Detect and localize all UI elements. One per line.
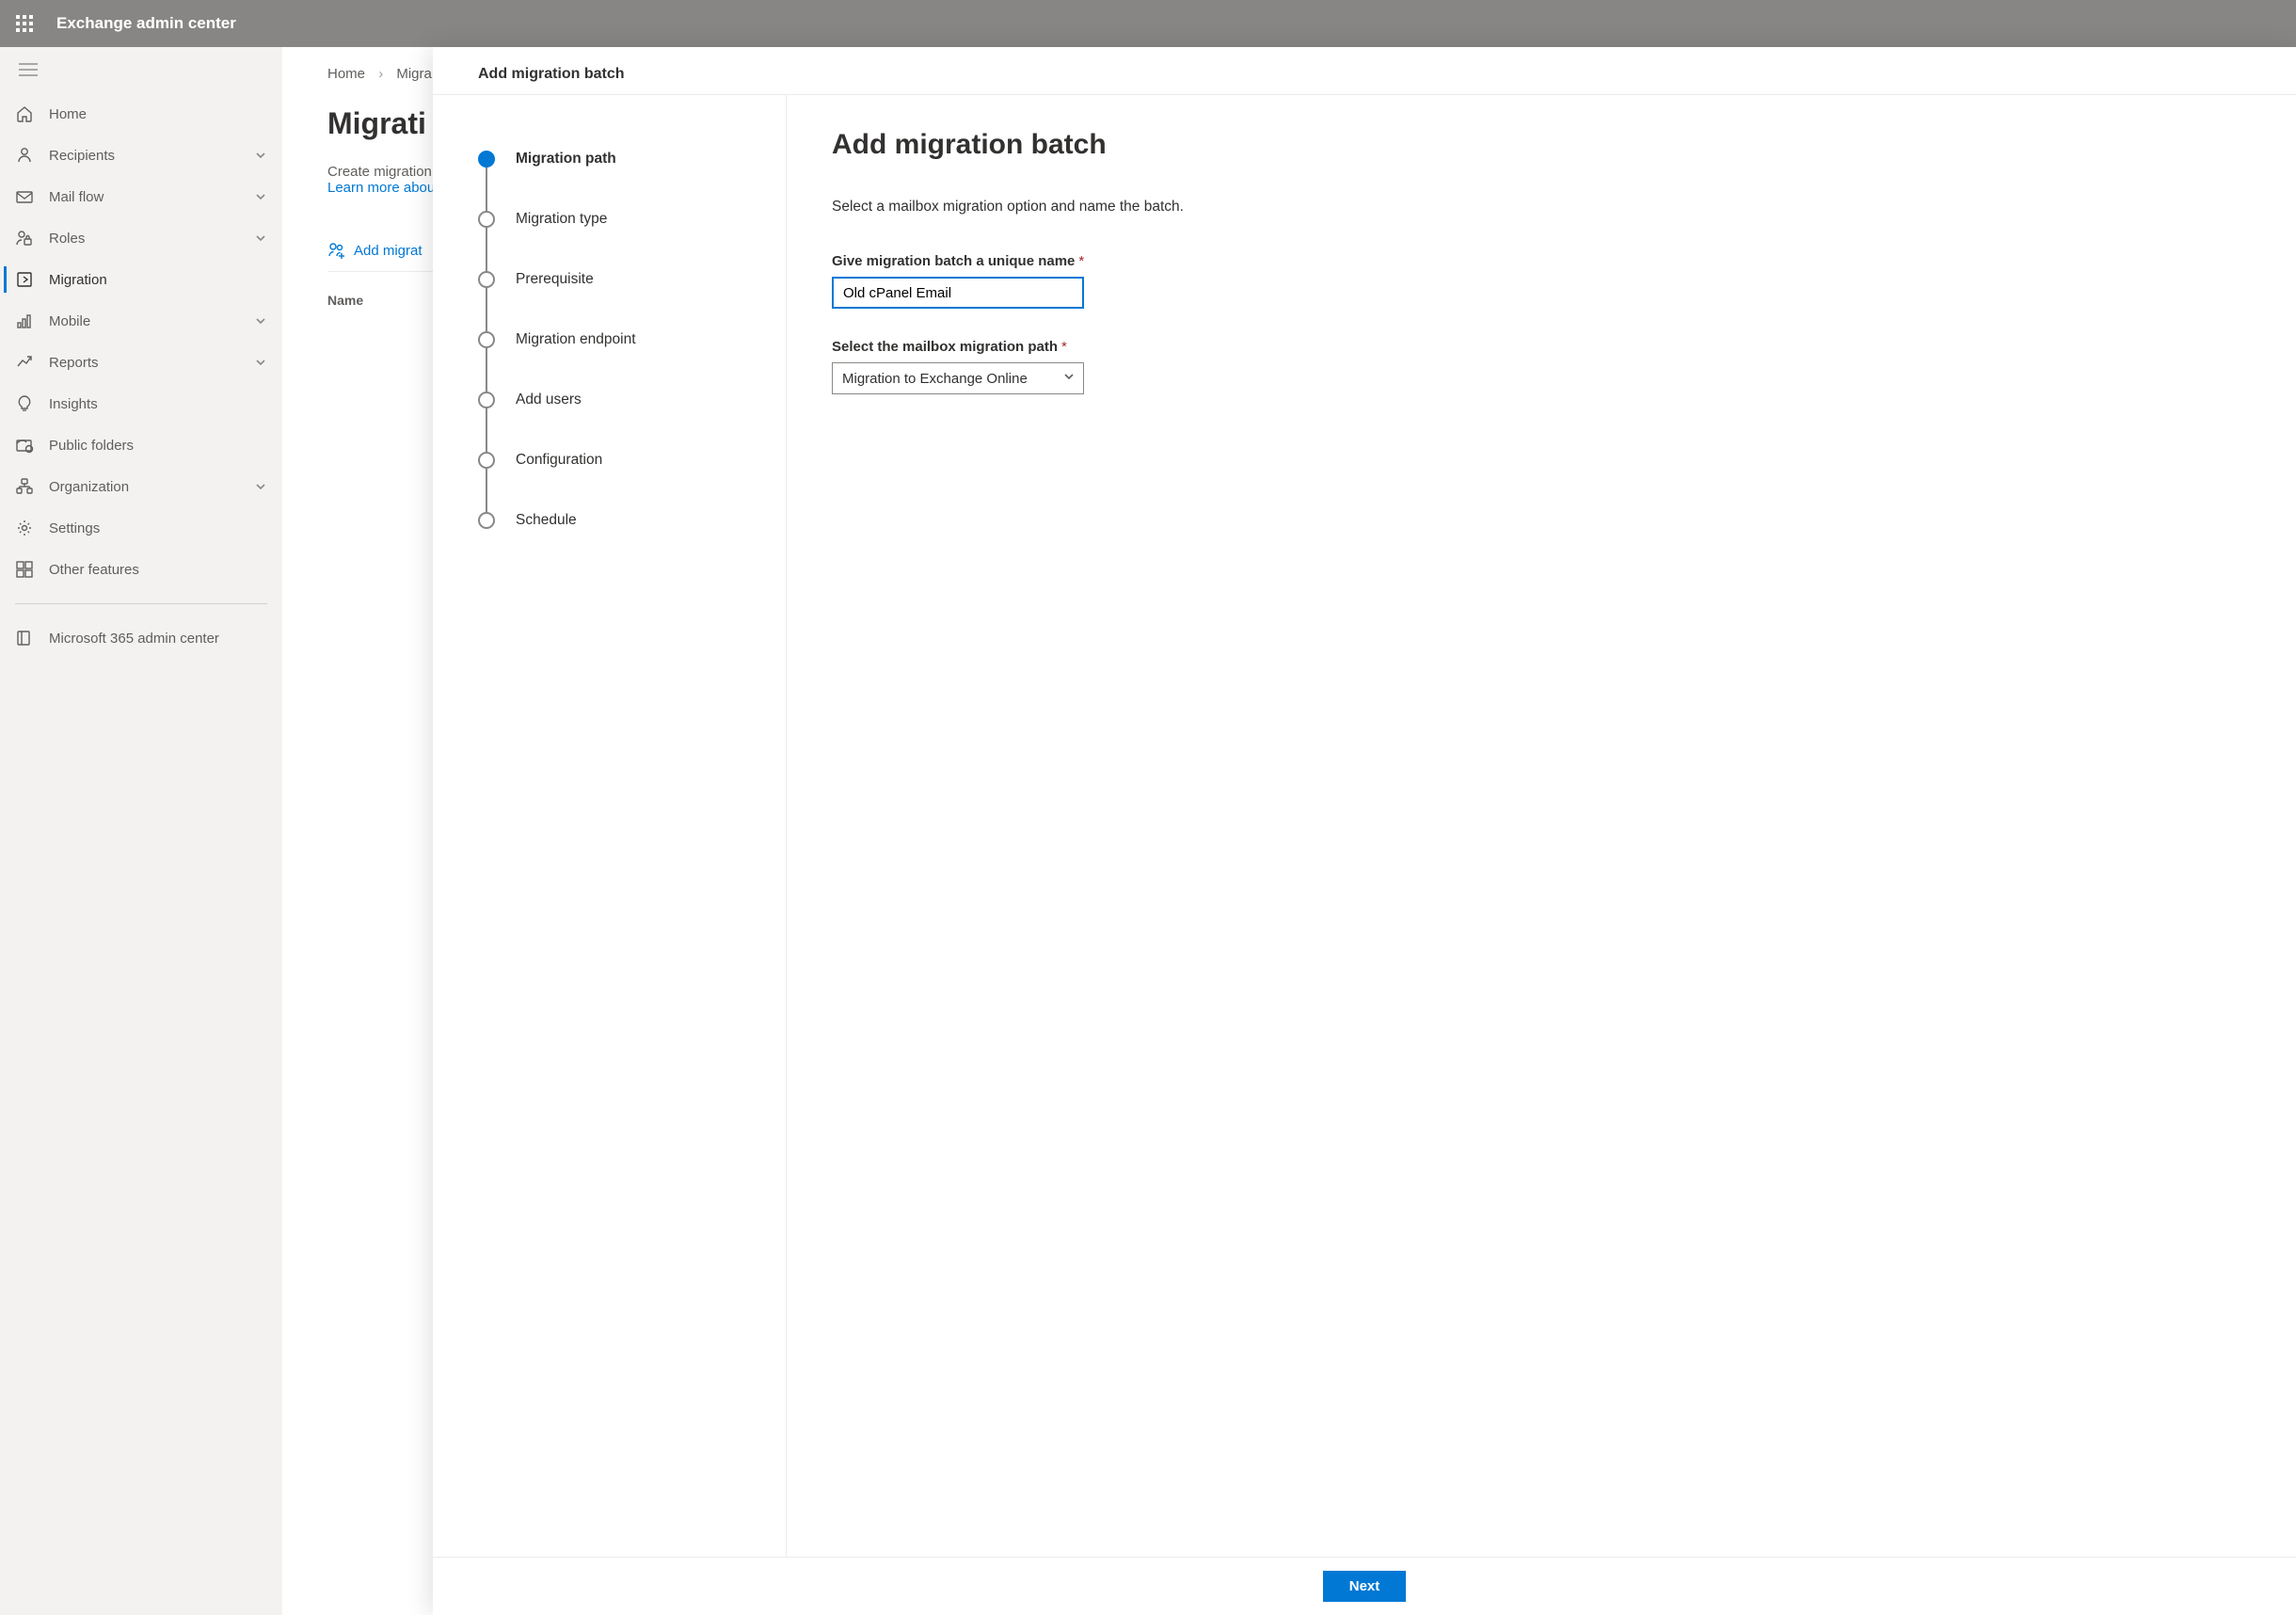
wizard-step[interactable]: Schedule [478, 490, 767, 551]
batch-name-label: Give migration batch a unique name* [832, 253, 2251, 269]
step-dot-icon [478, 271, 495, 288]
sidebar-item-migration[interactable]: Migration [0, 259, 282, 300]
sidebar-item-organization[interactable]: Organization [0, 466, 282, 507]
step-connector [486, 287, 487, 332]
sidebar-item-label: Home [49, 106, 267, 122]
step-label: Prerequisite [516, 271, 594, 288]
flyout-panel: Add migration batch Migration pathMigrat… [433, 47, 2296, 1615]
insights-icon [15, 394, 34, 413]
sidebar-item-mailflow[interactable]: Mail flow [0, 176, 282, 217]
grid-icon [15, 560, 34, 579]
step-connector [486, 227, 487, 272]
chevron-down-icon [254, 480, 267, 493]
sidebar-item-label: Roles [49, 231, 254, 247]
sidebar-item-reports[interactable]: Reports [0, 342, 282, 383]
sidebar-item-public-folders[interactable]: Public folders [0, 424, 282, 466]
step-connector [486, 167, 487, 212]
batch-name-input[interactable] [832, 277, 1084, 309]
hamburger-icon[interactable] [0, 55, 282, 93]
wizard-step[interactable]: Migration type [478, 189, 767, 249]
sidebar-item-label: Public folders [49, 438, 267, 454]
sidebar: Home Recipients Mail flow Roles Migratio… [0, 47, 282, 1615]
wizard-steps: Migration path Migration type Prerequisite… [433, 95, 787, 1557]
sidebar-item-other-features[interactable]: Other features [0, 549, 282, 590]
chevron-down-icon [254, 190, 267, 203]
step-label: Schedule [516, 512, 577, 529]
flyout-form: Add migration batch Select a mailbox mig… [787, 95, 2296, 1557]
form-intro: Select a mailbox migration option and na… [832, 199, 2251, 216]
wizard-step[interactable]: Migration path [478, 129, 767, 189]
step-label: Configuration [516, 452, 602, 469]
migration-path-select[interactable]: Migration to Exchange Online [832, 362, 1084, 394]
step-dot-icon [478, 452, 495, 469]
form-heading: Add migration batch [832, 129, 2251, 161]
breadcrumb-separator: › [378, 66, 383, 82]
learn-more-link[interactable]: Learn more abou [327, 180, 435, 196]
sidebar-item-label: Migration [49, 272, 267, 288]
public-folders-icon [15, 436, 34, 455]
reports-icon [15, 353, 34, 372]
app-title: Exchange admin center [56, 14, 236, 33]
migration-icon [15, 270, 34, 289]
step-dot-icon [478, 392, 495, 408]
wizard-step[interactable]: Add users [478, 370, 767, 430]
sidebar-item-label: Settings [49, 520, 267, 536]
chevron-down-icon [254, 314, 267, 328]
sidebar-item-recipients[interactable]: Recipients [0, 135, 282, 176]
app-launcher-icon[interactable] [11, 10, 38, 37]
wizard-step[interactable]: Prerequisite [478, 249, 767, 310]
sidebar-item-label: Microsoft 365 admin center [49, 631, 267, 647]
step-dot-icon [478, 211, 495, 228]
sidebar-item-label: Organization [49, 479, 254, 495]
external-link-icon [15, 629, 34, 648]
chevron-down-icon [1062, 370, 1076, 387]
roles-icon [15, 229, 34, 248]
flyout-header: Add migration batch [433, 47, 2296, 95]
step-dot-icon [478, 512, 495, 529]
sidebar-item-m365-admin[interactable]: Microsoft 365 admin center [0, 617, 282, 659]
step-connector [486, 347, 487, 392]
sidebar-item-label: Reports [49, 355, 254, 371]
home-icon [15, 104, 34, 123]
divider [15, 603, 267, 604]
sidebar-item-label: Mail flow [49, 189, 254, 205]
sidebar-item-settings[interactable]: Settings [0, 507, 282, 549]
step-label: Add users [516, 392, 582, 408]
select-value: Migration to Exchange Online [842, 371, 1062, 387]
sidebar-item-label: Insights [49, 396, 267, 412]
breadcrumb-home[interactable]: Home [327, 66, 365, 82]
mail-icon [15, 187, 34, 206]
wizard-step[interactable]: Configuration [478, 430, 767, 490]
breadcrumb-current: Migra [396, 66, 432, 82]
step-dot-icon [478, 151, 495, 168]
mobile-icon [15, 312, 34, 330]
sidebar-item-home[interactable]: Home [0, 93, 282, 135]
organization-icon [15, 477, 34, 496]
sidebar-item-roles[interactable]: Roles [0, 217, 282, 259]
step-label: Migration endpoint [516, 331, 636, 348]
add-batch-label: Add migrat [354, 243, 423, 259]
migration-path-label: Select the mailbox migration path* [832, 339, 2251, 355]
flyout-footer: Next [433, 1557, 2296, 1615]
next-button[interactable]: Next [1323, 1571, 1407, 1602]
chevron-down-icon [254, 149, 267, 162]
step-dot-icon [478, 331, 495, 348]
sidebar-item-label: Other features [49, 562, 267, 578]
step-label: Migration path [516, 151, 616, 168]
step-connector [486, 408, 487, 453]
person-icon [15, 146, 34, 165]
chevron-down-icon [254, 356, 267, 369]
sidebar-item-insights[interactable]: Insights [0, 383, 282, 424]
sidebar-item-label: Mobile [49, 313, 254, 329]
wizard-step[interactable]: Migration endpoint [478, 310, 767, 370]
sidebar-item-label: Recipients [49, 148, 254, 164]
step-connector [486, 468, 487, 513]
sidebar-item-mobile[interactable]: Mobile [0, 300, 282, 342]
chevron-down-icon [254, 232, 267, 245]
top-header: Exchange admin center [0, 0, 2296, 47]
settings-icon [15, 519, 34, 537]
step-label: Migration type [516, 211, 607, 228]
